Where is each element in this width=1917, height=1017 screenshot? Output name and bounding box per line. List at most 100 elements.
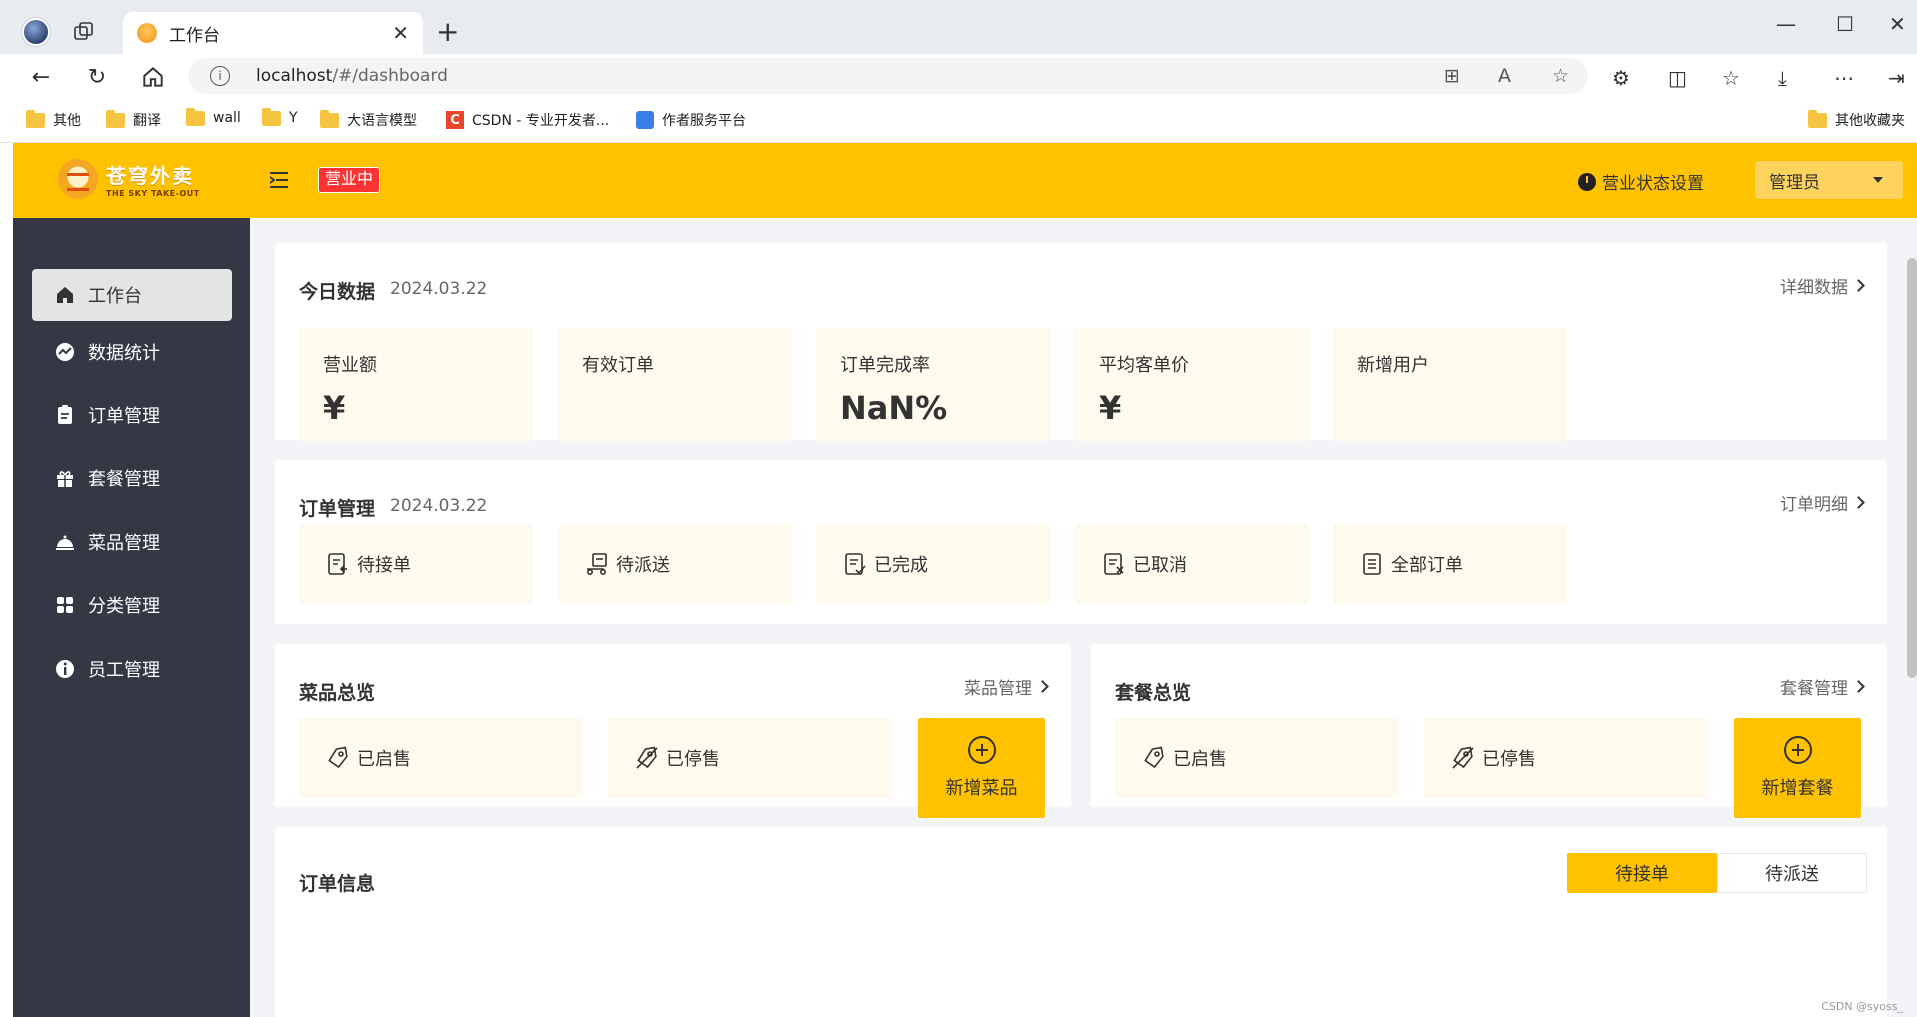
bookmark-link[interactable]: C CSDN - 专业开发者... — [446, 110, 609, 130]
logo-title: 苍穹外卖 — [106, 164, 194, 188]
bookmarks-bar: 其他 翻译 wall Y 大语言模型 C CSDN - 专业开发者... 作者服务… — [0, 98, 1917, 143]
order-tile-to-deliver[interactable]: 待派送 — [558, 524, 792, 604]
tile-label: 已停售 — [666, 749, 720, 770]
add-button-label: 新增菜品 — [945, 778, 1018, 799]
setmeal-on-sale-tile[interactable]: 已启售 — [1115, 718, 1399, 798]
folder-icon — [262, 107, 281, 126]
back-icon[interactable]: ← — [28, 64, 54, 90]
bookmark-folder[interactable]: 翻译 — [106, 109, 161, 130]
stat-tile-new-users: 新增用户 — [1333, 327, 1567, 441]
sidebar-item-label: 订单管理 — [88, 406, 160, 427]
link-label: 详细数据 — [1780, 278, 1848, 298]
minimize-icon[interactable]: — — [1776, 12, 1796, 36]
tag-icon — [1144, 746, 1164, 769]
favorite-star-icon[interactable]: ☆ — [1552, 65, 1569, 87]
clipboard-icon — [58, 405, 72, 424]
bookmark-label: CSDN - 专业开发者... — [472, 113, 610, 129]
add-dish-button[interactable]: 新增菜品 — [918, 718, 1045, 818]
tile-label: 已启售 — [357, 749, 411, 770]
tile-label: 已停售 — [1482, 749, 1536, 770]
bookmark-folder[interactable]: 大语言模型 — [320, 109, 417, 130]
dish-management-link[interactable]: 菜品管理 — [964, 674, 1049, 699]
add-setmeal-button[interactable]: 新增套餐 — [1734, 718, 1861, 818]
caret-down-icon — [1873, 177, 1883, 183]
profile-avatar[interactable] — [22, 18, 50, 46]
today-data-card: 今日数据 2024.03.22 详细数据 营业额 ¥ 有效订单 订单完成率 NaN%… — [275, 243, 1887, 441]
more-menu-icon[interactable]: ⋯ — [1834, 66, 1854, 90]
close-tab-icon[interactable]: ✕ — [392, 23, 409, 43]
site-info-icon[interactable]: i — [210, 66, 230, 86]
setmeal-off-sale-tile[interactable]: 已停售 — [1424, 718, 1708, 798]
order-tile-completed[interactable]: 已完成 — [816, 524, 1050, 604]
sidebar-item-label: 数据统计 — [88, 343, 160, 364]
close-window-icon[interactable]: ✕ — [1889, 12, 1906, 36]
browser-tab[interactable]: 工作台 ✕ — [123, 12, 423, 54]
folder-icon — [106, 109, 125, 128]
card-title: 菜品总览 — [299, 682, 376, 704]
maximize-icon[interactable]: ☐ — [1836, 12, 1854, 36]
favorites-icon[interactable]: ☆ — [1722, 66, 1740, 90]
tab-title: 工作台 — [169, 25, 220, 46]
order-tile-pending[interactable]: 待接单 — [299, 524, 533, 604]
downloads-icon[interactable]: ⤓ — [1778, 66, 1787, 90]
stat-label: 平均客单价 — [1099, 355, 1189, 376]
bookmark-folder[interactable]: wall — [186, 107, 241, 126]
tab-pending[interactable]: 待接单 — [1567, 853, 1717, 893]
tab-to-deliver[interactable]: 待派送 — [1717, 853, 1867, 893]
browser-toolbar: ← ↻ i localhost/#/dashboard ⊞ A ☆ ⚙ ◫ ☆ … — [0, 54, 1917, 98]
read-aloud-icon[interactable]: A — [1498, 65, 1511, 87]
setmeal-management-link[interactable]: 套餐管理 — [1780, 674, 1865, 699]
plus-circle-icon — [967, 736, 996, 764]
order-tile-label: 待接单 — [357, 555, 411, 576]
clock-icon — [1578, 172, 1596, 191]
info-icon — [56, 660, 74, 678]
bookmark-link[interactable]: 作者服务平台 — [636, 110, 746, 130]
scrollbar[interactable] — [1907, 258, 1917, 678]
order-info-card: 订单信息 待接单 待派送 — [275, 827, 1887, 1017]
workspaces-icon[interactable] — [72, 20, 96, 44]
sidebar-item-statistics[interactable]: 数据统计 — [32, 326, 232, 378]
all-orders-icon — [1363, 553, 1381, 575]
dish-icon — [56, 535, 74, 550]
status-settings-button[interactable]: 营业状态设置 — [1578, 169, 1704, 194]
main-content: 今日数据 2024.03.22 详细数据 营业额 ¥ 有效订单 订单完成率 NaN%… — [250, 218, 1917, 1017]
detail-data-link[interactable]: 详细数据 — [1780, 273, 1865, 298]
stat-label: 订单完成率 — [840, 355, 930, 376]
sidebar-item-employees[interactable]: 员工管理 — [32, 643, 232, 695]
menu-collapse-icon[interactable] — [268, 170, 290, 190]
tag-off-icon — [1452, 746, 1474, 769]
sidebar-item-setmeals[interactable]: 套餐管理 — [32, 452, 232, 504]
tab-label: 待派送 — [1765, 864, 1819, 885]
status-settings-label: 营业状态设置 — [1602, 174, 1704, 194]
sidebar: 工作台 数据统计 订单管理 套餐管理 菜品管理 分类管理 员工管理 — [13, 218, 250, 1017]
sidebar-toggle-icon[interactable]: ⇥ — [1888, 66, 1905, 90]
bookmark-label: 作者服务平台 — [662, 113, 746, 129]
new-tab-icon[interactable]: + — [436, 18, 459, 46]
dish-off-sale-tile[interactable]: 已停售 — [608, 718, 892, 798]
reload-icon[interactable]: ↻ — [84, 64, 110, 90]
order-tile-cancelled[interactable]: 已取消 — [1075, 524, 1309, 604]
home-browser-icon[interactable] — [140, 64, 166, 90]
chevron-right-icon — [1852, 496, 1865, 509]
sidebar-item-dashboard[interactable]: 工作台 — [32, 269, 232, 321]
tab-strip: 工作台 ✕ + — ☐ ✕ — [0, 0, 1917, 54]
order-tile-all[interactable]: 全部订单 — [1333, 524, 1567, 604]
bookmark-folder[interactable]: 其他 — [26, 109, 81, 130]
order-detail-link[interactable]: 订单明细 — [1780, 490, 1865, 515]
address-bar[interactable]: i localhost/#/dashboard ⊞ A ☆ — [188, 58, 1588, 94]
other-bookmarks-folder[interactable]: 其他收藏夹 — [1808, 109, 1905, 130]
user-dropdown[interactable]: 管理员 — [1755, 161, 1903, 199]
logo: 苍穹外卖 THE SKY TAKE-OUT — [58, 159, 200, 199]
tile-label: 已启售 — [1173, 749, 1227, 770]
dish-on-sale-tile[interactable]: 已启售 — [299, 718, 583, 798]
sidebar-item-categories[interactable]: 分类管理 — [32, 579, 232, 631]
sidebar-item-orders[interactable]: 订单管理 — [32, 389, 232, 441]
author-platform-icon — [636, 111, 654, 129]
stat-label: 有效订单 — [582, 355, 654, 376]
sidebar-item-dishes[interactable]: 菜品管理 — [32, 516, 232, 568]
extensions-icon[interactable]: ⚙ — [1612, 66, 1630, 90]
bookmark-folder[interactable]: Y — [262, 107, 298, 126]
app-available-icon[interactable]: ⊞ — [1444, 65, 1460, 87]
setmeal-overview-card: 套餐总览 套餐管理 已启售 已停售 新增套餐 — [1091, 644, 1887, 818]
split-screen-icon[interactable]: ◫ — [1668, 66, 1687, 90]
